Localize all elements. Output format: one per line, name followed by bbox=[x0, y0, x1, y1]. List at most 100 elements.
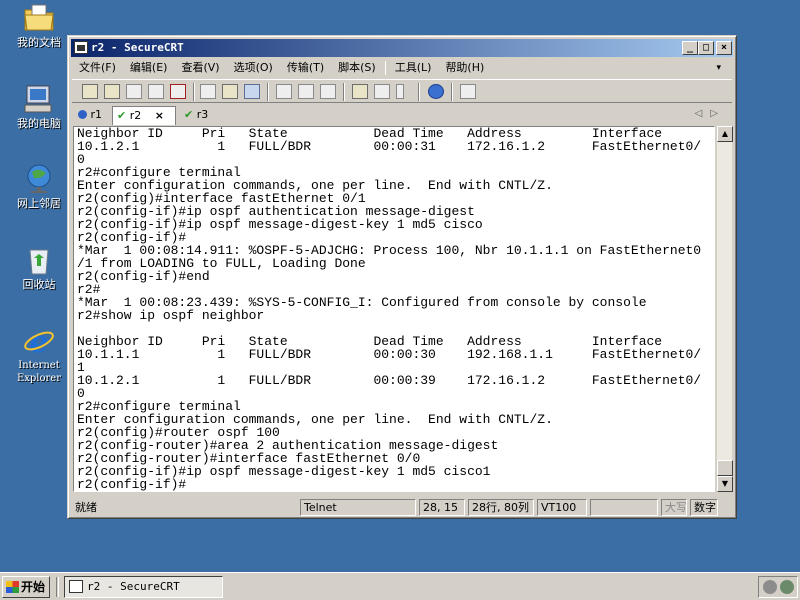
taskbar-item-securecrt[interactable]: r2 - SecureCRT bbox=[64, 576, 223, 598]
menu-separator bbox=[384, 61, 386, 75]
status-bar: 就绪 Telnet 28, 15 28行, 80列 VT100 大写 数字 bbox=[72, 497, 732, 517]
desktop-icon-my-computer[interactable]: 我的电脑 bbox=[4, 83, 74, 130]
desktop-icon-recycle-bin[interactable]: 回收站 bbox=[4, 244, 74, 291]
status-protocol: Telnet bbox=[300, 499, 416, 516]
session-options-icon[interactable] bbox=[352, 84, 368, 99]
tab-label: r2 bbox=[129, 109, 142, 122]
paste-icon[interactable] bbox=[222, 84, 238, 99]
menu-help[interactable]: 帮助(H) bbox=[438, 58, 491, 78]
desktop-icon-network-places[interactable]: 网上邻居 bbox=[4, 163, 74, 210]
terminal-text: Neighbor ID Pri State Dead Time Address … bbox=[77, 127, 701, 491]
window-title-bar[interactable]: r2 - SecureCRT _ □ × bbox=[71, 39, 733, 57]
toolbar-separator bbox=[193, 83, 195, 101]
toolbar-separator bbox=[451, 83, 453, 101]
my-computer-icon bbox=[22, 83, 56, 115]
tab-label: r3 bbox=[196, 108, 209, 121]
taskbar: 开始 r2 - SecureCRT bbox=[0, 572, 800, 600]
tray-network-icon[interactable] bbox=[763, 580, 777, 594]
window-title: r2 - SecureCRT bbox=[91, 41, 184, 54]
menu-transfer[interactable]: 传输(T) bbox=[280, 58, 331, 78]
global-options-icon[interactable] bbox=[374, 84, 390, 99]
status-num-lock: 数字 bbox=[690, 499, 718, 516]
terminal-line: 10.1.2.1 1 FULL/BDR 00:00:31 172.16.1.2 … bbox=[77, 139, 702, 154]
close-button[interactable]: × bbox=[716, 41, 732, 55]
status-blank bbox=[590, 499, 658, 516]
reconnect-icon[interactable] bbox=[148, 84, 164, 99]
tab-r1[interactable]: r1 bbox=[74, 106, 106, 125]
connect-icon[interactable] bbox=[82, 84, 98, 99]
tray-volume-icon[interactable] bbox=[780, 580, 794, 594]
tab-label: r1 bbox=[90, 108, 103, 121]
recycle-bin-icon bbox=[22, 244, 56, 276]
status-emulation: VT100 bbox=[537, 499, 587, 516]
terminal-line: r2(config-if)# bbox=[77, 477, 187, 492]
start-label: 开始 bbox=[21, 580, 46, 594]
toolbar bbox=[72, 79, 732, 103]
menu-tools[interactable]: 工具(L) bbox=[388, 58, 439, 78]
maximize-button[interactable]: □ bbox=[698, 41, 714, 55]
menu-overflow-icon[interactable]: ▾ bbox=[709, 58, 728, 78]
my-documents-icon bbox=[22, 2, 56, 34]
terminal-scrollbar[interactable]: ▲ ▼ bbox=[716, 126, 733, 492]
menu-edit[interactable]: 编辑(E) bbox=[123, 58, 175, 78]
disconnect-icon[interactable] bbox=[170, 84, 186, 99]
status-caps-lock: 大写 bbox=[661, 499, 687, 516]
scroll-down-button[interactable]: ▼ bbox=[717, 476, 733, 492]
copy-icon[interactable] bbox=[200, 84, 216, 99]
keymap-icon[interactable] bbox=[396, 84, 404, 99]
toolbar-separator bbox=[418, 83, 420, 101]
tab-r3[interactable]: ✔ r3 bbox=[180, 106, 212, 125]
internet-explorer-icon: e bbox=[22, 325, 56, 360]
print-icon[interactable] bbox=[320, 84, 336, 99]
desktop-icon-label: 我的文档 bbox=[17, 36, 61, 49]
terminal-line: 10.1.1.1 1 FULL/BDR 00:00:30 192.168.1.1… bbox=[77, 347, 702, 362]
securecrt-app-icon bbox=[74, 41, 88, 54]
minimize-button[interactable]: _ bbox=[682, 41, 698, 55]
status-ready: 就绪 bbox=[75, 501, 97, 514]
checkmark-icon: ✔ bbox=[117, 109, 127, 122]
menu-file[interactable]: 文件(F) bbox=[72, 58, 123, 78]
desktop-icon-label: Internet Explorer bbox=[16, 360, 62, 384]
taskbar-item-label: r2 - SecureCRT bbox=[87, 580, 180, 593]
help-icon[interactable] bbox=[428, 84, 444, 99]
status-cursor-position: 28, 15 bbox=[419, 499, 465, 516]
print-selection-icon[interactable] bbox=[298, 84, 314, 99]
menu-bar: 文件(F) 编辑(E) 查看(V) 选项(O) 传输(T) 脚本(S) 工具(L) 帮助(H)… bbox=[72, 58, 732, 78]
connect-tab-icon[interactable] bbox=[126, 84, 142, 99]
toolbar-separator bbox=[267, 83, 269, 101]
status-terminal-size: 28行, 80列 bbox=[468, 499, 534, 516]
desktop-icon-label: 网上邻居 bbox=[17, 197, 61, 210]
securecrt-app-icon bbox=[69, 580, 83, 593]
system-tray bbox=[758, 576, 798, 598]
desktop-icon-my-documents[interactable]: 我的文档 bbox=[4, 2, 74, 49]
windows-logo-icon bbox=[6, 581, 19, 593]
tab-scroll-arrows[interactable]: ◁▷ bbox=[695, 108, 726, 119]
terminal-line: r2#show ip ospf neighbor bbox=[77, 308, 265, 323]
menu-script[interactable]: 脚本(S) bbox=[331, 58, 383, 78]
tab-close-button[interactable]: × bbox=[155, 109, 164, 122]
start-button[interactable]: 开始 bbox=[2, 576, 50, 598]
terminal-line: 10.1.2.1 1 FULL/BDR 00:00:39 172.16.1.2 … bbox=[77, 373, 702, 388]
tab-r2[interactable]: ✔ r2 × bbox=[112, 106, 176, 125]
desktop-icon-internet-explorer[interactable]: e Internet Explorer bbox=[4, 325, 74, 385]
print-setup-icon[interactable] bbox=[276, 84, 292, 99]
svg-text:e: e bbox=[29, 325, 48, 357]
terminal-output[interactable]: Neighbor ID Pri State Dead Time Address … bbox=[73, 126, 715, 492]
taskbar-divider bbox=[56, 577, 59, 597]
scroll-up-button[interactable]: ▲ bbox=[717, 126, 733, 142]
about-icon[interactable] bbox=[460, 84, 476, 99]
quick-connect-icon[interactable] bbox=[104, 84, 120, 99]
find-icon[interactable] bbox=[244, 84, 260, 99]
desktop-icon-label: 我的电脑 bbox=[17, 117, 61, 130]
toolbar-separator bbox=[343, 83, 345, 101]
menu-options[interactable]: 选项(O) bbox=[227, 58, 280, 78]
network-places-icon bbox=[22, 163, 56, 195]
session-tab-bar: r1 ✔ r2 × ✔ r3 ◁▷ bbox=[72, 104, 732, 125]
info-icon bbox=[78, 110, 87, 119]
securecrt-window[interactable]: r2 - SecureCRT _ □ × 文件(F) 编辑(E) 查看(V) 选项(O… bbox=[67, 35, 737, 519]
checkmark-icon: ✔ bbox=[184, 108, 194, 121]
scroll-thumb[interactable] bbox=[717, 460, 733, 476]
terminal-line: r2(config-if)#end bbox=[77, 269, 210, 284]
desktop-icon-label: 回收站 bbox=[22, 278, 56, 291]
menu-view[interactable]: 查看(V) bbox=[174, 58, 226, 78]
